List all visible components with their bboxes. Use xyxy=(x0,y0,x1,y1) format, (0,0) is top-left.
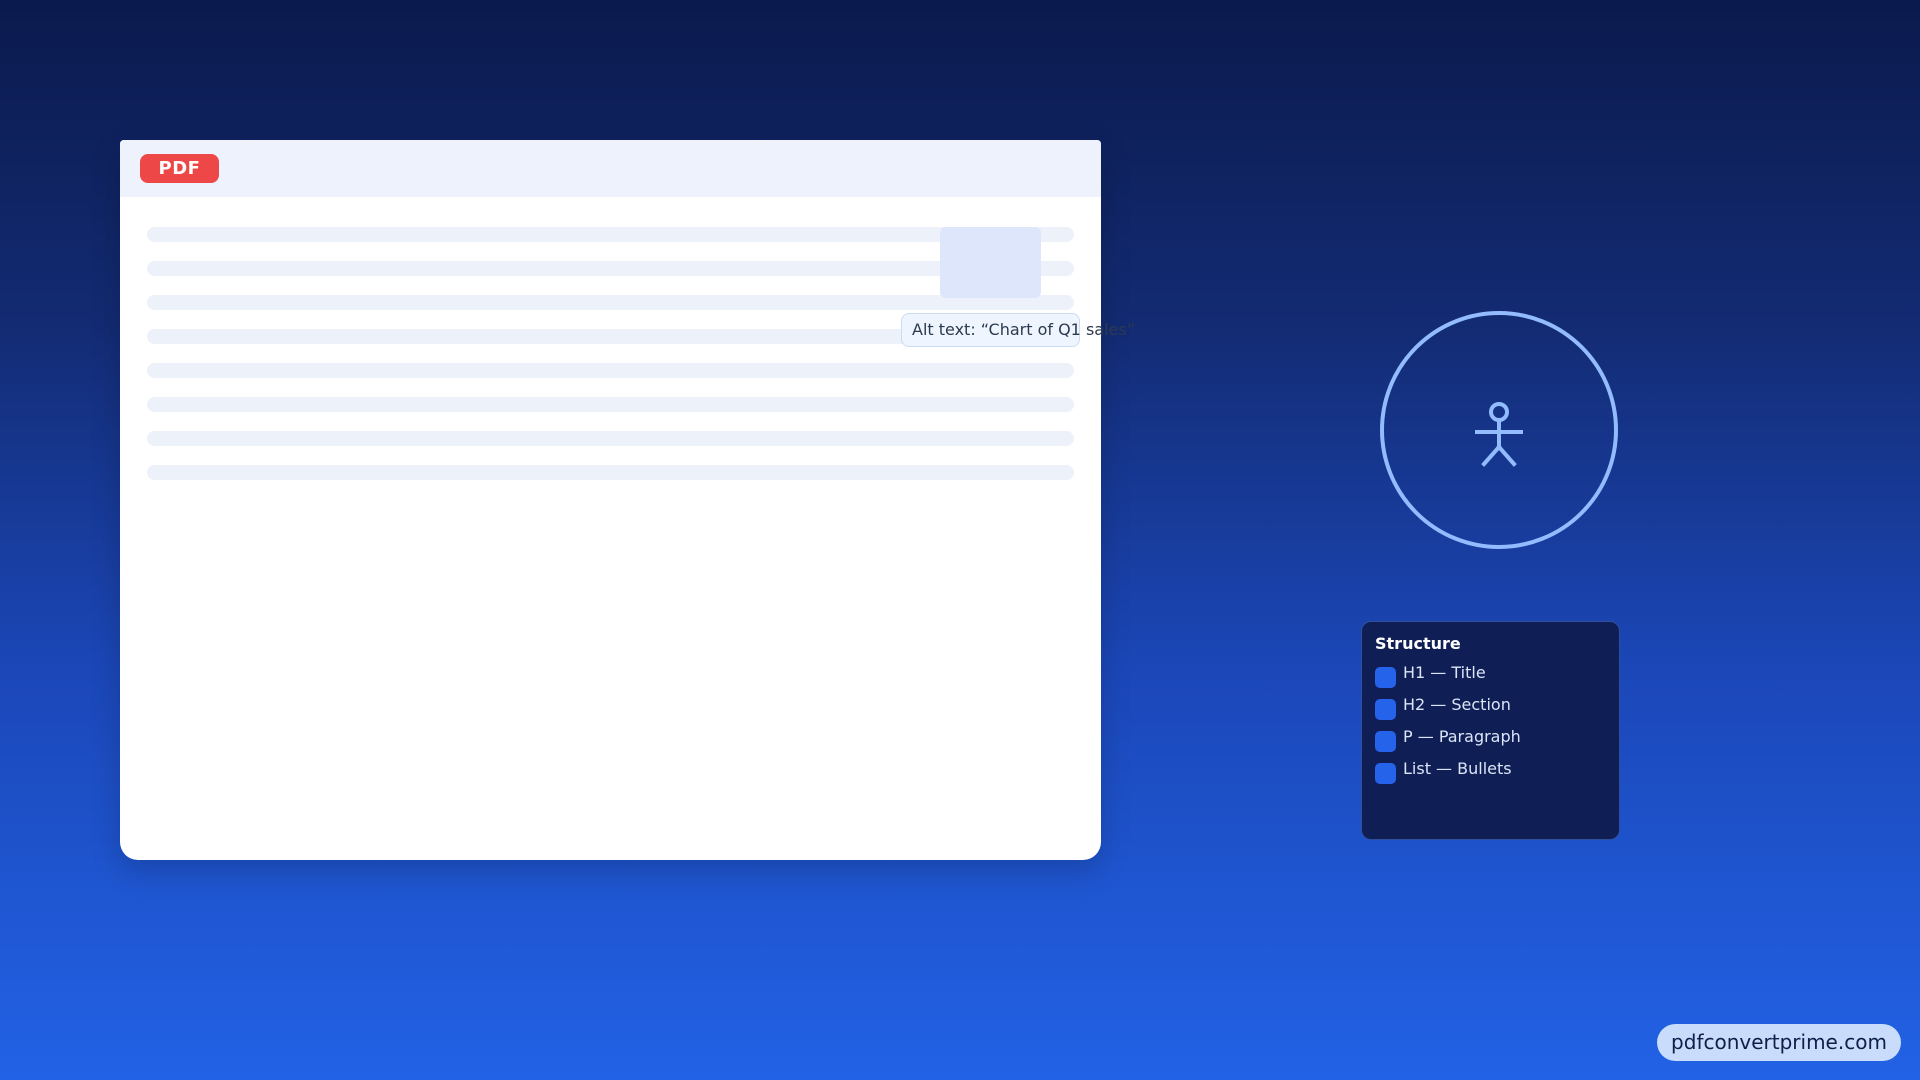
domain-link[interactable]: pdfconvertprime.com xyxy=(1657,1024,1901,1061)
text-line-placeholder xyxy=(147,431,1074,446)
structure-item-label: List — Bullets xyxy=(1403,759,1512,778)
checkbox-icon[interactable] xyxy=(1375,762,1396,784)
structure-item-list[interactable]: List — Bullets xyxy=(1375,755,1619,787)
pdf-badge: PDF xyxy=(140,154,219,183)
text-line-placeholder xyxy=(147,261,1074,276)
pdf-document-preview: PDF Alt text: “Chart of Q1 sales” xyxy=(120,140,1135,860)
image-placeholder[interactable] xyxy=(940,227,1041,298)
structure-item-label: H2 — Section xyxy=(1403,695,1511,714)
checkbox-icon[interactable] xyxy=(1375,666,1396,688)
structure-panel: Structure H1 — Title H2 — Section P — Pa… xyxy=(1361,621,1620,840)
structure-title: Structure xyxy=(1375,634,1461,653)
text-line-placeholder xyxy=(147,465,1074,480)
structure-item-h1[interactable]: H1 — Title xyxy=(1375,659,1619,691)
checkbox-icon[interactable] xyxy=(1375,730,1396,752)
alt-text-tooltip: Alt text: “Chart of Q1 sales” xyxy=(901,313,1135,347)
checkbox-icon[interactable] xyxy=(1375,698,1396,720)
text-line-placeholder xyxy=(147,227,1074,242)
structure-item-label: H1 — Title xyxy=(1403,663,1486,682)
structure-item-paragraph[interactable]: P — Paragraph xyxy=(1375,723,1619,755)
text-line-placeholder xyxy=(147,397,1074,412)
structure-item-h2[interactable]: H2 — Section xyxy=(1375,691,1619,723)
document-header-bar: PDF xyxy=(120,140,1101,197)
accessibility-badge xyxy=(1380,311,1618,549)
accessibility-person-icon xyxy=(1475,402,1523,467)
text-line-placeholder xyxy=(147,295,1074,310)
structure-item-label: P — Paragraph xyxy=(1403,727,1521,746)
text-line-placeholder xyxy=(147,363,1074,378)
